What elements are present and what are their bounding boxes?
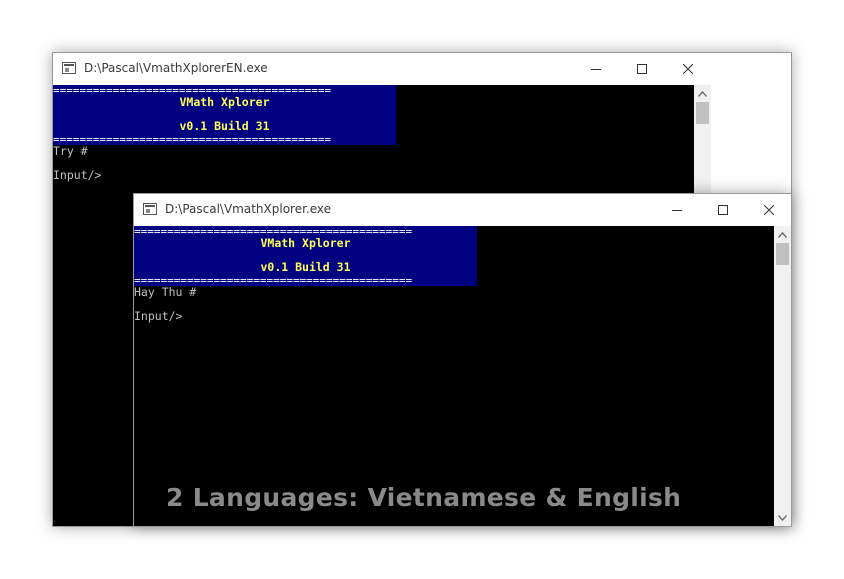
scroll-up-button[interactable]: [694, 85, 711, 102]
banner-version: v0.1 Build 31: [260, 260, 351, 274]
window-title: D:\Pascal\VmathXplorer.exe: [165, 202, 332, 216]
maximize-icon: [718, 205, 728, 215]
try-line: Try #: [53, 144, 88, 158]
close-icon: [764, 205, 774, 215]
scroll-thumb[interactable]: [696, 102, 709, 124]
minimize-button[interactable]: [573, 53, 619, 85]
maximize-icon: [637, 64, 647, 74]
close-icon: [683, 64, 693, 74]
console-output[interactable]: ========================================…: [134, 226, 774, 526]
title-bar[interactable]: D:\Pascal\VmathXplorerEN.exe: [53, 53, 791, 85]
minimize-icon: [672, 210, 682, 211]
title-bar[interactable]: D:\Pascal\VmathXplorer.exe: [134, 194, 791, 226]
console-window-vietnamese[interactable]: D:\Pascal\VmathXplorer.exe =============…: [133, 193, 792, 527]
close-button[interactable]: [746, 194, 791, 226]
maximize-button[interactable]: [700, 194, 746, 226]
banner-bottom-border: ========================================…: [53, 133, 332, 145]
scroll-down-icon: [778, 514, 787, 521]
banner-title: VMath Xplorer: [260, 236, 351, 250]
minimize-button[interactable]: [654, 194, 700, 226]
scroll-thumb[interactable]: [776, 243, 789, 265]
program-banner: ========================================…: [53, 85, 396, 145]
input-prompt: Input/>: [134, 309, 183, 323]
scroll-up-button[interactable]: [774, 226, 791, 243]
close-button[interactable]: [665, 53, 711, 85]
languages-caption: 2 Languages: Vietnamese & English: [166, 483, 682, 512]
console-app-icon: [62, 62, 76, 74]
input-prompt: Input/>: [53, 168, 102, 182]
window-title: D:\Pascal\VmathXplorerEN.exe: [84, 61, 268, 75]
maximize-button[interactable]: [619, 53, 665, 85]
minimize-icon: [591, 69, 601, 70]
banner-title: VMath Xplorer: [179, 95, 270, 109]
console-app-icon: [143, 203, 157, 215]
program-banner: ========================================…: [134, 226, 477, 286]
scroll-down-button[interactable]: [774, 509, 791, 526]
scroll-up-icon: [698, 90, 707, 97]
banner-version: v0.1 Build 31: [179, 119, 270, 133]
vertical-scrollbar[interactable]: [774, 226, 791, 526]
scroll-up-icon: [778, 231, 787, 238]
try-line: Hay Thu #: [134, 285, 197, 299]
